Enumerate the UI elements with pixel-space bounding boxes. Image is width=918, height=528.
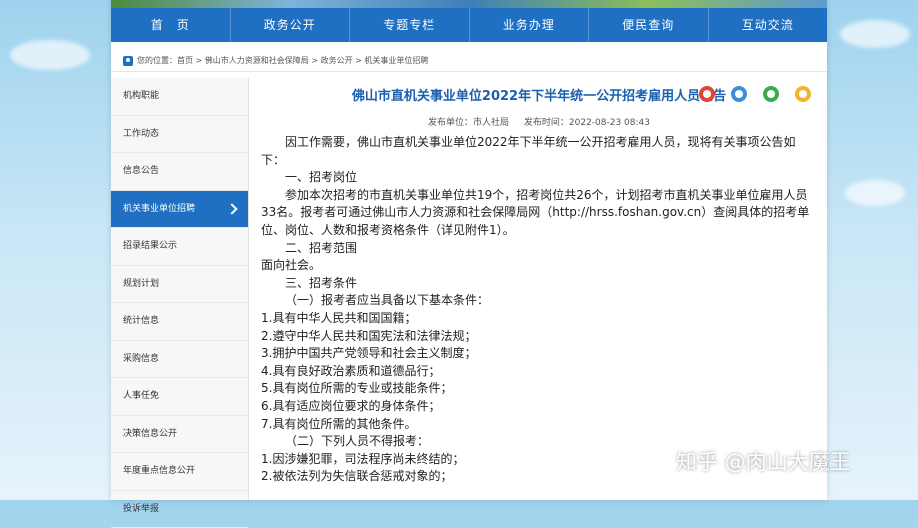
article-heading: 二、招考范围	[261, 240, 817, 258]
breadcrumb-home[interactable]: 首页	[177, 56, 193, 65]
qq-icon[interactable]	[731, 86, 747, 102]
article-subheading: （一）报考者应当具备以下基本条件：	[261, 292, 817, 310]
sidebar-item-label: 人事任免	[123, 391, 159, 401]
breadcrumb-recruitment[interactable]: 机关事业单位招聘	[364, 56, 428, 65]
sidebar-item-institution[interactable]: 机构职能	[111, 78, 248, 116]
article-list-item: 6.具有适应岗位要求的身体条件；	[261, 398, 817, 416]
article-heading: 一、招考岗位	[261, 169, 817, 187]
article-list-item: 2.遵守中华人民共和国宪法和法律法规；	[261, 328, 817, 346]
article-heading: 三、招考条件	[261, 275, 817, 293]
sidebar-item-annual-key[interactable]: 年度重点信息公开	[111, 453, 248, 491]
sidebar-item-label: 采购信息	[123, 354, 159, 364]
article-paragraph: 参加本次招考的市直机关事业单位共19个，招考岗位共26个，计划招考市直机关事业单…	[261, 187, 817, 240]
article-meta: 发布单位：市人社局 发布时间：2022-08-23 08:43	[261, 112, 817, 134]
nav-gov-affairs[interactable]: 政务公开	[231, 8, 351, 42]
sidebar-item-statistics[interactable]: 统计信息	[111, 303, 248, 341]
sidebar-item-recruitment[interactable]: 机关事业单位招聘	[111, 191, 248, 229]
sidebar-item-work-news[interactable]: 工作动态	[111, 116, 248, 154]
wechat-icon[interactable]	[763, 86, 779, 102]
article-list-item: 1.具有中华人民共和国国籍；	[261, 310, 817, 328]
sidebar-item-results[interactable]: 招录结果公示	[111, 228, 248, 266]
sidebar-item-planning[interactable]: 规划计划	[111, 266, 248, 304]
article-list-item: 5.具有岗位所需的专业或技能条件；	[261, 380, 817, 398]
sidebar-item-label: 机构职能	[123, 91, 159, 101]
sidebar-item-label: 投诉举报	[123, 504, 159, 514]
sidebar-item-label: 规划计划	[123, 279, 159, 289]
article-list-item: 4.具有良好政治素质和道德品行；	[261, 363, 817, 381]
article-publisher: 发布单位：市人社局	[428, 118, 509, 128]
article-paragraph: 因工作需要，佛山市直机关事业单位2022年下半年统一公开招考雇用人员，现将有关事…	[261, 134, 817, 169]
breadcrumb-bureau[interactable]: 佛山市人力资源和社会保障局	[205, 56, 309, 65]
sidebar-item-announcements[interactable]: 信息公告	[111, 153, 248, 191]
sidebar-item-label: 招录结果公示	[123, 241, 177, 251]
breadcrumb: 您的位置：首页 > 佛山市人力资源和社会保障局 > 政务公开 > 机关事业单位招…	[111, 50, 827, 72]
article-content: 佛山市直机关事业单位2022年下半年统一公开招考雇用人员公告 发布单位：市人社局…	[261, 78, 817, 500]
nav-special-topics[interactable]: 专题专栏	[350, 8, 470, 42]
zhihu-watermark: 知乎 @肉山大魔王	[676, 446, 896, 476]
breadcrumb-gov-affairs[interactable]: 政务公开	[321, 56, 353, 65]
sidebar-item-label: 决策信息公开	[123, 429, 177, 439]
sidebar-item-label: 统计信息	[123, 316, 159, 326]
nav-public-query[interactable]: 便民查询	[589, 8, 709, 42]
nav-interaction[interactable]: 互动交流	[709, 8, 828, 42]
share-bar	[693, 86, 817, 102]
breadcrumb-sep: >	[309, 56, 321, 65]
breadcrumb-sep: >	[353, 56, 365, 65]
sidebar-item-complaints[interactable]: 投诉举报	[111, 491, 248, 528]
nav-services[interactable]: 业务办理	[470, 8, 590, 42]
breadcrumb-sep: >	[193, 56, 205, 65]
chevron-right-icon	[226, 203, 237, 214]
breadcrumb-prefix: 您的位置：	[137, 56, 177, 65]
article-date: 发布时间：2022-08-23 08:43	[524, 118, 650, 128]
page-container: 首 页 政务公开 专题专栏 业务办理 便民查询 互动交流 您的位置：首页 > 佛…	[111, 0, 827, 500]
article-list-item: 7.具有岗位所需的其他条件。	[261, 416, 817, 434]
weibo-icon[interactable]	[699, 86, 715, 102]
sidebar-item-label: 信息公告	[123, 166, 159, 176]
header-banner	[111, 0, 827, 8]
article-paragraph: 面向社会。	[261, 257, 817, 275]
qzone-icon[interactable]	[795, 86, 811, 102]
article-body: 因工作需要，佛山市直机关事业单位2022年下半年统一公开招考雇用人员，现将有关事…	[261, 134, 817, 486]
sidebar-item-decisions[interactable]: 决策信息公开	[111, 416, 248, 454]
sidebar-item-label: 机关事业单位招聘	[123, 204, 195, 214]
sidebar-item-label: 年度重点信息公开	[123, 466, 195, 476]
sidebar-item-label: 工作动态	[123, 129, 159, 139]
sidebar: 机构职能 工作动态 信息公告 机关事业单位招聘 招录结果公示 规划计划 统计信息…	[111, 78, 249, 500]
article-list-item: 3.拥护中国共产党领导和社会主义制度；	[261, 345, 817, 363]
main-nav: 首 页 政务公开 专题专栏 业务办理 便民查询 互动交流	[111, 8, 827, 42]
location-icon	[123, 56, 133, 66]
nav-home[interactable]: 首 页	[111, 8, 231, 42]
sidebar-item-procurement[interactable]: 采购信息	[111, 341, 248, 379]
sidebar-item-personnel[interactable]: 人事任免	[111, 378, 248, 416]
